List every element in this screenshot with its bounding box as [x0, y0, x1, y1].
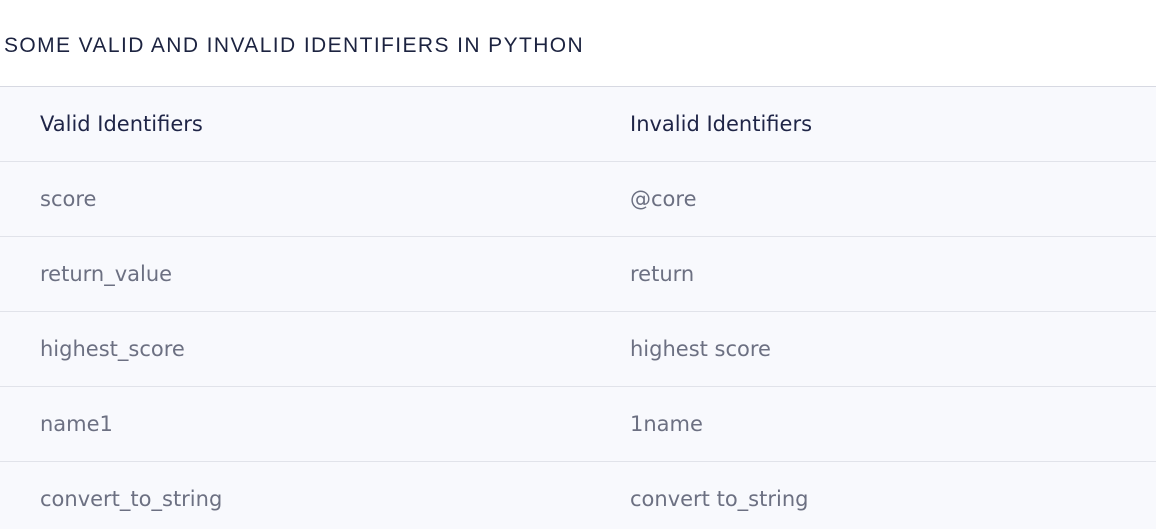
table-row: name1 1name: [0, 386, 1156, 462]
invalid-identifier-cell: return: [590, 236, 1156, 312]
valid-identifier-cell: name1: [0, 386, 590, 462]
identifiers-table: Valid Identifiers Invalid Identifiers sc…: [0, 87, 1156, 529]
identifiers-table-container: Valid Identifiers Invalid Identifiers sc…: [0, 86, 1156, 529]
table-row: highest_score highest score: [0, 311, 1156, 387]
table-row: score @core: [0, 161, 1156, 237]
valid-identifier-cell: return_value: [0, 236, 590, 312]
valid-identifier-cell: score: [0, 161, 590, 237]
invalid-identifier-cell: 1name: [590, 386, 1156, 462]
column-header-valid: Valid Identifiers: [0, 87, 590, 162]
table-row: convert_to_string convert to_string: [0, 462, 1156, 529]
valid-identifier-cell: highest_score: [0, 311, 590, 387]
table-row: return_value return: [0, 236, 1156, 312]
table-header-row: Valid Identifiers Invalid Identifiers: [0, 87, 1156, 162]
invalid-identifier-cell: highest score: [590, 311, 1156, 387]
valid-identifier-cell: convert_to_string: [40, 487, 223, 511]
table-caption: SOME VALID AND INVALID IDENTIFIERS IN PY…: [4, 34, 585, 57]
invalid-identifier-cell: convert to_string: [630, 487, 809, 511]
page: SOME VALID AND INVALID IDENTIFIERS IN PY…: [0, 0, 1156, 529]
column-header-invalid: Invalid Identifiers: [590, 87, 1156, 162]
invalid-identifier-cell: @core: [590, 161, 1156, 237]
